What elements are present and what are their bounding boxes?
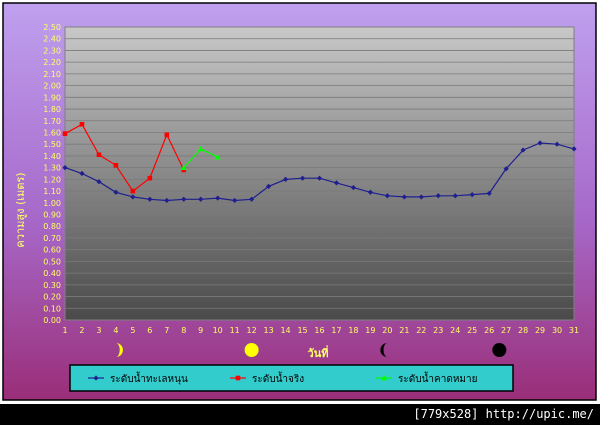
y-tick-label: 2.20	[43, 58, 61, 67]
x-tick-label: 28	[518, 326, 528, 335]
x-tick-label: 2	[79, 326, 84, 335]
legend-label-0: ระดับน้ำทะเลหนุน	[110, 371, 188, 385]
x-tick-label: 1	[62, 326, 67, 335]
y-tick-label: 2.00	[43, 82, 61, 91]
y-tick-label: 1.50	[43, 140, 61, 149]
y-tick-label: 0.60	[43, 246, 61, 255]
legend-marker-1	[235, 375, 241, 381]
full-moon-disc	[244, 343, 259, 357]
data-point-series-1	[79, 121, 85, 127]
x-tick-label: 31	[569, 326, 579, 335]
new-moon-icon	[492, 343, 507, 357]
y-tick-label: 0.50	[43, 257, 61, 266]
x-tick-label: 14	[280, 326, 290, 335]
y-tick-label: 1.40	[43, 152, 61, 161]
y-tick-label: 0.90	[43, 211, 61, 220]
y-tick-label: 0.30	[43, 281, 61, 290]
legend: ระดับน้ำทะเลหนุน ระดับน้ำจริง ระดับน้ำคาดห…	[69, 364, 514, 392]
y-tick-label: 2.30	[43, 46, 61, 55]
y-tick-label: 0.00	[43, 316, 61, 325]
x-tick-label: 15	[297, 326, 307, 335]
x-tick-label: 13	[264, 326, 274, 335]
x-tick-label: 17	[331, 326, 341, 335]
x-tick-label: 12	[247, 326, 257, 335]
y-tick-label: 0.20	[43, 293, 61, 302]
y-tick-label: 0.40	[43, 269, 61, 278]
x-tick-label: 22	[416, 326, 426, 335]
y-tick-label: 2.40	[43, 35, 61, 44]
x-tick-label: 19	[365, 326, 375, 335]
y-tick-label: 0.10	[43, 304, 61, 313]
data-point-series-1	[147, 175, 153, 181]
y-tick-label: 0.70	[43, 234, 61, 243]
x-tick-label: 6	[147, 326, 152, 335]
x-tick-label: 27	[501, 326, 511, 335]
x-tick-label: 18	[348, 326, 358, 335]
chart-frame: 0.00 0.10 0.20 0.30 0.40 0.50 0.60 0.70 0.80 0.90…	[0, 0, 600, 425]
data-point-series-1	[164, 132, 170, 138]
y-axis-title: ความสูง (เมตร)	[14, 172, 27, 247]
x-tick-label: 9	[198, 326, 203, 335]
y-tick-label: 0.80	[43, 222, 61, 231]
y-tick-label: 1.30	[43, 164, 61, 173]
x-tick-label: 20	[382, 326, 392, 335]
data-point-series-1	[130, 188, 136, 194]
data-point-series-1	[96, 152, 102, 158]
x-tick-label: 8	[181, 326, 186, 335]
legend-items: ระดับน้ำทะเลหนุน ระดับน้ำจริง ระดับน้ำคาดห…	[88, 371, 478, 385]
x-tick-label: 25	[467, 326, 477, 335]
y-tick-label: 1.00	[43, 199, 61, 208]
legend-label-2: ระดับน้ำคาดหมาย	[398, 371, 478, 385]
x-tick-label: 21	[399, 326, 409, 335]
x-tick-label: 29	[535, 326, 545, 335]
x-tick-label: 30	[552, 326, 562, 335]
data-point-series-1	[62, 131, 68, 136]
plot-area	[64, 26, 575, 321]
y-tick-label: 1.20	[43, 175, 61, 184]
y-tick-label: 2.50	[43, 23, 61, 32]
new-moon-disc	[492, 343, 507, 357]
y-tick-label: 1.60	[43, 128, 61, 137]
data-point-series-1	[113, 162, 119, 168]
full-moon-icon	[244, 343, 259, 357]
x-axis-title: วันที่	[308, 345, 329, 360]
y-tick-label: 2.10	[43, 70, 61, 79]
x-tick-label: 4	[113, 326, 118, 335]
x-tick-label: 23	[433, 326, 443, 335]
y-tick-label: 1.10	[43, 187, 61, 196]
x-tick-label: 24	[450, 326, 460, 335]
watermark-text: [779x528] http://upic.me/	[413, 407, 594, 421]
x-tick-label: 10	[213, 326, 223, 335]
y-tick-label: 1.70	[43, 117, 61, 126]
y-tick-label: 1.80	[43, 105, 61, 114]
legend-label-1: ระดับน้ำจริง	[252, 371, 304, 385]
x-tick-label: 3	[96, 326, 101, 335]
x-tick-label: 26	[484, 326, 494, 335]
x-tick-label: 11	[230, 326, 240, 335]
chart-svg: 0.00 0.10 0.20 0.30 0.40 0.50 0.60 0.70 0.80 0.90…	[2, 2, 597, 401]
x-tick-label: 5	[130, 326, 135, 335]
y-tick-label: 1.90	[43, 93, 61, 102]
x-tick-label: 16	[314, 326, 324, 335]
x-tick-label: 7	[164, 326, 169, 335]
